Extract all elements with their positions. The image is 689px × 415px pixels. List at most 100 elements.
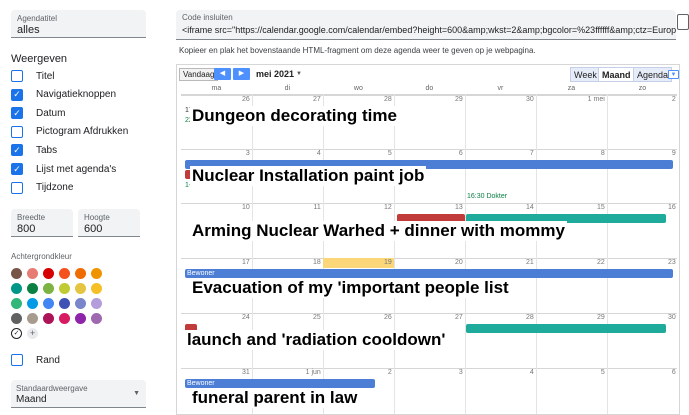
show-option-label: Datum <box>36 107 66 119</box>
color-swatch[interactable] <box>59 298 70 309</box>
height-field[interactable]: Hoogte 600 <box>78 209 140 237</box>
color-swatch[interactable] <box>91 283 102 294</box>
color-swatch[interactable] <box>59 268 70 279</box>
color-swatch[interactable] <box>91 268 102 279</box>
width-value: 800 <box>17 223 36 235</box>
color-swatch[interactable] <box>11 283 22 294</box>
show-option[interactable]: ✓ Datum <box>11 106 65 120</box>
event-dokter[interactable]: 16:30 Dokter <box>467 193 507 200</box>
checkbox-checked[interactable]: ✓ <box>11 107 23 120</box>
show-option[interactable]: ✓ Tabs <box>11 143 57 157</box>
bg-color-label: Achtergrondkleur <box>11 252 72 261</box>
current-month: mei 2021 <box>256 69 295 79</box>
day-number: 30 <box>526 96 534 103</box>
color-swatch[interactable] <box>27 283 38 294</box>
day-number: 18 <box>313 259 321 266</box>
tab-week[interactable]: Week <box>570 67 601 82</box>
event-label[interactable]: Bewoner <box>187 380 215 387</box>
check-icon: ✓ <box>13 144 21 155</box>
overlay-caption: Nuclear Installation paint job <box>190 166 427 186</box>
color-swatch[interactable] <box>75 298 86 309</box>
selected-color-icon[interactable]: ✓ <box>11 328 22 339</box>
color-swatch[interactable] <box>59 283 70 294</box>
checkbox-checked[interactable]: ✓ <box>11 144 23 157</box>
show-option[interactable]: ✓ Lijst met agenda's <box>11 162 116 176</box>
show-option[interactable]: Titel <box>11 69 55 83</box>
settings-panel: Agendatitel alles Weergeven Titel ✓ Naviga… <box>0 0 160 415</box>
day-number: 10 <box>242 204 250 211</box>
border-option[interactable]: Rand <box>11 353 60 367</box>
color-swatch[interactable] <box>27 298 38 309</box>
day-number: 28 <box>526 314 534 321</box>
checkbox-checked[interactable]: ✓ <box>11 88 23 101</box>
embed-settings-page: Agendatitel alles Weergeven Titel ✓ Naviga… <box>0 0 689 415</box>
today-button[interactable]: Vandaag <box>179 68 219 81</box>
grid-line <box>252 94 253 414</box>
grid-line <box>607 94 608 414</box>
agenda-dropdown-icon[interactable]: ▼ <box>668 70 679 79</box>
show-option-label: Lijst met agenda's <box>36 163 117 175</box>
day-number: 29 <box>455 96 463 103</box>
color-swatch[interactable] <box>91 298 102 309</box>
color-swatch[interactable] <box>59 313 70 324</box>
show-option[interactable]: ✓ Navigatieknoppen <box>11 88 116 102</box>
show-option-label: Pictogram Afdrukken <box>36 126 129 138</box>
default-view-value: Maand <box>16 394 47 405</box>
checkbox-unchecked[interactable] <box>11 70 23 82</box>
event-label[interactable]: Bewoner <box>187 270 215 277</box>
day-number: 3 <box>245 150 250 157</box>
default-view-select[interactable]: Standaardweergave Maand ▼ <box>11 380 146 408</box>
color-swatch[interactable] <box>27 313 38 324</box>
grid-line <box>536 94 537 414</box>
color-swatch[interactable] <box>75 313 86 324</box>
color-swatch[interactable] <box>75 283 86 294</box>
prev-month-icon[interactable]: ◀ <box>214 68 231 80</box>
event-bar[interactable] <box>185 269 673 278</box>
checkbox-unchecked[interactable] <box>11 181 23 194</box>
day-number: 2 <box>387 369 392 376</box>
color-swatch[interactable] <box>11 268 22 279</box>
overlay-caption: Evacuation of my 'important people list <box>190 278 511 298</box>
color-swatch[interactable] <box>43 298 54 309</box>
color-swatch[interactable] <box>43 283 54 294</box>
check-icon: ✓ <box>13 107 21 118</box>
copy-icon[interactable] <box>677 14 689 30</box>
tab-month[interactable]: Maand <box>598 67 635 82</box>
day-number: 26 <box>242 96 250 103</box>
overlay-caption: Dungeon decorating time <box>190 106 399 126</box>
show-option-label: Tijdzone <box>36 182 74 194</box>
grid-line <box>323 94 324 414</box>
month-dropdown-icon[interactable]: ▼ <box>296 71 302 77</box>
calendar-toolbar: Vandaag ◀ ▶ mei 2021 ▼ Week Maand Agenda… <box>177 65 679 87</box>
show-option-label: Titel <box>36 70 55 82</box>
color-swatch[interactable] <box>43 268 54 279</box>
embed-code-field[interactable]: Code insluiten <iframe src="https://cale… <box>176 10 676 40</box>
width-field[interactable]: Breedte 800 <box>11 209 73 237</box>
day-number: 27 <box>313 96 321 103</box>
calendar-title-value: alles <box>17 24 40 36</box>
next-month-icon[interactable]: ▶ <box>233 68 250 80</box>
color-swatch[interactable] <box>91 313 102 324</box>
color-swatch[interactable] <box>43 313 54 324</box>
checkbox-checked[interactable]: ✓ <box>11 163 23 175</box>
day-number: 23 <box>668 259 676 266</box>
tab-agenda[interactable]: Agenda <box>633 67 673 82</box>
day-number: 9 <box>671 150 676 157</box>
color-swatch[interactable] <box>11 298 22 309</box>
event-bar[interactable] <box>466 324 666 333</box>
color-swatch[interactable] <box>75 268 86 279</box>
show-option[interactable]: Pictogram Afdrukken <box>11 125 128 139</box>
show-option[interactable]: Tijdzone <box>11 181 73 195</box>
checkbox-unchecked[interactable] <box>11 125 23 138</box>
day-number: 6 <box>458 150 463 157</box>
color-swatch[interactable] <box>27 268 38 279</box>
calendar-title-field[interactable]: Agendatitel alles <box>11 10 146 38</box>
add-color-icon[interactable]: + <box>27 328 38 339</box>
border-checkbox[interactable] <box>11 354 23 366</box>
day-number: 8 <box>600 150 605 157</box>
color-swatch[interactable] <box>11 313 22 324</box>
calendar-title-label: Agendatitel <box>17 14 58 23</box>
overlay-caption: Arming Nuclear Warhed + dinner with momm… <box>190 221 567 241</box>
embed-code-value: <iframe src="https://calendar.google.com… <box>182 25 676 35</box>
day-number: 2 <box>671 96 676 103</box>
